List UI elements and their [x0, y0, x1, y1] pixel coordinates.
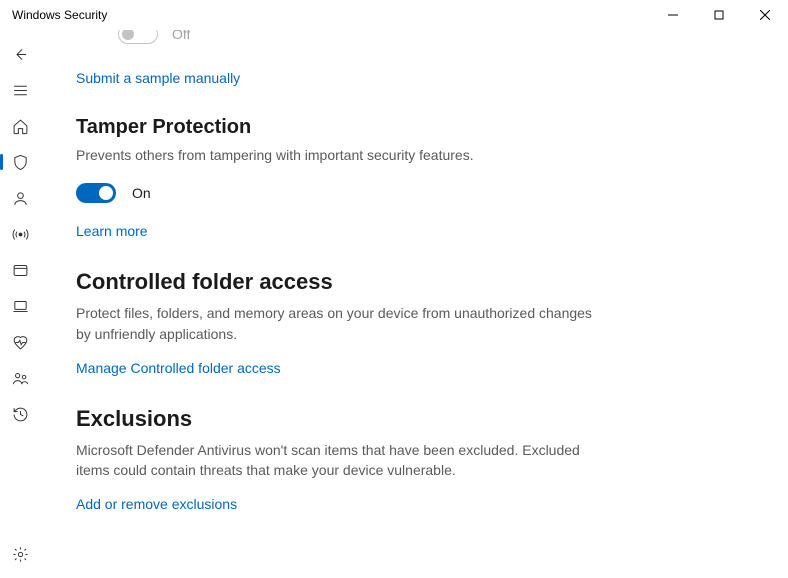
tamper-heading: Tamper Protection [76, 116, 748, 139]
laptop-icon [12, 298, 29, 315]
sidebar-item-firewall[interactable] [0, 216, 40, 252]
tamper-protection-section: Tamper Protection Prevents others from t… [76, 116, 788, 241]
submit-sample-link[interactable]: Submit a sample manually [76, 70, 240, 86]
maximize-icon [714, 10, 724, 20]
exclusions-description: Microsoft Defender Antivirus won't scan … [76, 440, 596, 481]
tamper-description: Prevents others from tampering with impo… [76, 145, 596, 165]
sidebar-item-device-performance[interactable] [0, 324, 40, 360]
sidebar-item-history[interactable] [0, 396, 40, 432]
history-icon [12, 406, 29, 423]
tamper-protection-toggle[interactable] [76, 183, 116, 203]
home-icon [12, 118, 29, 135]
sidebar-item-account[interactable] [0, 180, 40, 216]
sidebar-item-home[interactable] [0, 108, 40, 144]
gear-icon [12, 546, 29, 563]
window-icon [12, 262, 29, 279]
sidebar-item-settings[interactable] [0, 536, 40, 572]
titlebar: Windows Security [0, 0, 788, 30]
add-remove-exclusions-link[interactable]: Add or remove exclusions [76, 496, 237, 512]
menu-button[interactable] [0, 72, 40, 108]
close-button[interactable] [742, 0, 788, 30]
previous-setting-toggle[interactable] [118, 30, 158, 44]
exclusions-heading: Exclusions [76, 406, 748, 432]
main-content: Off Submit a sample manually Tamper Prot… [40, 30, 788, 578]
sidebar-item-device-security[interactable] [0, 288, 40, 324]
previous-toggle-row: Off [118, 30, 190, 44]
maximize-button[interactable] [696, 0, 742, 30]
close-icon [760, 10, 770, 20]
sidebar [0, 30, 40, 578]
people-icon [12, 370, 29, 387]
back-arrow-icon [12, 46, 29, 63]
shield-icon [12, 154, 29, 171]
manage-cfa-link[interactable]: Manage Controlled folder access [76, 360, 281, 376]
controlled-folder-access-section: Controlled folder access Protect files, … [76, 269, 788, 378]
sidebar-item-app-browser[interactable] [0, 252, 40, 288]
previous-toggle-label: Off [172, 30, 190, 42]
tamper-toggle-row: On [76, 183, 748, 203]
tamper-learn-more-link[interactable]: Learn more [76, 223, 148, 239]
tamper-toggle-label: On [132, 185, 151, 201]
sidebar-item-virus-protection[interactable] [0, 144, 40, 180]
person-icon [12, 190, 29, 207]
cfa-description: Protect files, folders, and memory areas… [76, 303, 596, 344]
hamburger-icon [12, 82, 29, 99]
cfa-heading: Controlled folder access [76, 269, 748, 295]
minimize-icon [668, 10, 678, 20]
broadcast-icon [12, 226, 29, 243]
minimize-button[interactable] [650, 0, 696, 30]
exclusions-section: Exclusions Microsoft Defender Antivirus … [76, 406, 788, 515]
back-button[interactable] [0, 36, 40, 72]
sidebar-item-family[interactable] [0, 360, 40, 396]
app-title: Windows Security [12, 8, 107, 22]
heart-pulse-icon [12, 334, 29, 351]
